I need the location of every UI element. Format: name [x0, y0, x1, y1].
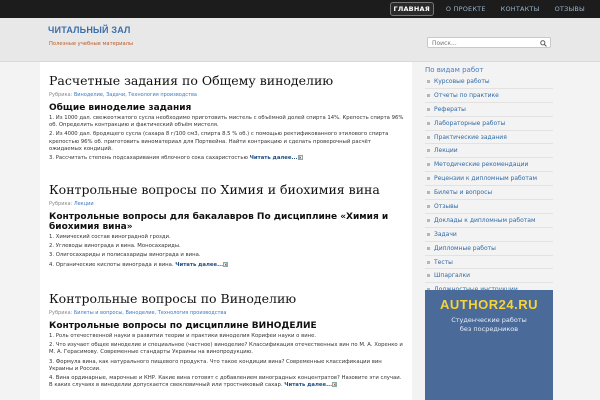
post-title-link[interactable]: Контрольные вопросы по Химия и биохимия … [49, 182, 405, 197]
post-1: Расчетные задания по Общему виноделию Ру… [49, 73, 405, 162]
nav-reviews-link[interactable]: ОТЗЫВЫ [555, 5, 585, 13]
post-subhead: Контрольные вопросы для бакалавров По ди… [49, 212, 389, 232]
nav-contacts-link[interactable]: КОНТАКТЫ [501, 5, 540, 13]
category-links[interactable]: Лекции [74, 201, 94, 207]
nav-about-link[interactable]: О ПРОЕКТЕ [446, 5, 486, 13]
read-more-link[interactable]: Читать далее...× [175, 261, 229, 268]
bullet-icon [427, 204, 430, 208]
bullet-icon [427, 191, 430, 195]
post-paragraph: 1. Химический состав виноградной грозди. [49, 234, 171, 240]
post-paragraph: 1. Из 1000 дал. свежеотжатого сусла необ… [49, 115, 404, 129]
close-icon: × [223, 261, 229, 267]
category-list: Курсовые работы Отчеты по практике Рефер… [425, 75, 553, 298]
bullet-icon [427, 274, 430, 278]
search-box [427, 37, 551, 48]
bullet-icon [427, 246, 430, 250]
meta-prefix: Рубрика: [49, 201, 73, 207]
read-more-link[interactable]: Читать далее...× [284, 382, 338, 388]
post-2: Контрольные вопросы по Химия и биохимия … [49, 182, 405, 269]
category-item[interactable]: Доклады к дипломным работам [425, 214, 553, 228]
category-item[interactable]: Билеты и вопросы [425, 186, 553, 201]
nav-home-link[interactable]: ГЛАВНАЯ [389, 2, 434, 16]
bullet-icon [427, 260, 430, 264]
post-paragraph: 3. Рассчитать степень подсахаривания ябл… [49, 155, 303, 162]
post-title-link[interactable]: Контрольные вопросы по Виноделию [49, 291, 405, 306]
top-navigation-bar: ГЛАВНАЯ О ПРОЕКТЕ КОНТАКТЫ ОТЗЫВЫ [0, 0, 600, 18]
post-paragraph: 4. Органические кислоты винограда и вина… [49, 261, 229, 268]
post-subhead: Общие виноделие задания [49, 103, 192, 113]
bullet-icon [427, 177, 430, 181]
content-area: Расчетные задания по Общему виноделию Ру… [40, 62, 412, 400]
post-paragraph: 2. Что изучает общее виноделие и специал… [49, 342, 403, 356]
search-input[interactable] [432, 39, 537, 47]
sidebar: По видам работ Курсовые работы Отчеты по… [418, 30, 560, 400]
post-meta: Рубрика: Билеты и вопросы, Виноделие, Те… [49, 310, 405, 316]
bullet-icon [427, 121, 430, 125]
widget-title: По видам работ [425, 66, 484, 74]
close-icon: × [297, 155, 303, 161]
bullet-icon [427, 163, 430, 167]
bullet-icon [427, 218, 430, 222]
category-item[interactable]: Шпаргалки [425, 269, 553, 284]
category-item[interactable]: Методические рекомендации [425, 158, 553, 173]
post-meta: Рубрика: Лекции [49, 201, 405, 207]
category-item[interactable]: Дипломные работы [425, 242, 553, 256]
search-icon[interactable] [540, 39, 547, 47]
site-title-link[interactable]: ЧИТАЛЬНЫЙ ЗАЛ [48, 25, 131, 35]
post-paragraph: 1. Роль отечественной науки в развитии т… [49, 333, 317, 339]
banner-line: без посредников [459, 325, 519, 333]
main-nav: ГЛАВНАЯ О ПРОЕКТЕ КОНТАКТЫ ОТЗЫВЫ [389, 0, 600, 18]
category-item[interactable]: Задачи [425, 228, 553, 242]
banner-title: AUTHOR24.RU [440, 297, 538, 312]
category-links[interactable]: Билеты и вопросы, Виноделие, Технология … [74, 310, 227, 316]
category-item[interactable]: Отчеты по практике [425, 89, 553, 103]
category-item[interactable]: Рефераты [425, 103, 553, 117]
category-item[interactable]: Отзывы [425, 200, 553, 214]
category-links[interactable]: Виноделие, Задачи, Технология производст… [74, 92, 197, 98]
close-icon: × [332, 382, 338, 388]
category-item[interactable]: Практические задания [425, 131, 553, 145]
post-title-link[interactable]: Расчетные задания по Общему виноделию [49, 73, 405, 88]
category-item[interactable]: Лабораторные работы [425, 117, 553, 131]
site-description: Полезные учебные материалы [49, 41, 134, 47]
bullet-icon [427, 149, 430, 153]
bullet-icon [427, 79, 430, 83]
ad-banner[interactable]: AUTHOR24.RU Студенческие работы без поср… [425, 290, 553, 400]
meta-prefix: Рубрика: [49, 92, 73, 98]
read-more-link[interactable]: Читать далее...× [250, 155, 303, 161]
category-item[interactable]: Лекции [425, 144, 553, 159]
category-item[interactable]: Курсовые работы [425, 75, 553, 89]
post-paragraph: 4. Вина ординарные, марочные и КНР. Каки… [49, 375, 402, 389]
bullet-icon [427, 93, 430, 97]
post-3: Контрольные вопросы по Виноделию Рубрика… [49, 291, 405, 389]
bullet-icon [427, 232, 430, 236]
post-meta: Рубрика: Виноделие, Задачи, Технология п… [49, 92, 405, 98]
category-item[interactable]: Тесты [425, 256, 553, 270]
post-subhead: Контрольные вопросы по дисциплине ВИНОДЕ… [49, 321, 317, 331]
post-paragraph: 3. Олигосахариды и полисахариды виноград… [49, 252, 201, 259]
post-paragraph: 2. Из 4000 дал. бродящего сусла (сахара … [49, 131, 389, 152]
bullet-icon [427, 107, 430, 111]
meta-prefix: Рубрика: [49, 310, 73, 316]
post-paragraph: 2. Углеводы винограда и вина. Моносахари… [49, 243, 181, 250]
bullet-icon [427, 135, 430, 139]
banner-line: Студенческие работы [451, 316, 527, 324]
post-paragraph: 3. Формула вина, как натурального пищево… [49, 358, 382, 372]
category-item[interactable]: Рецензии к дипломным работам [425, 172, 553, 187]
